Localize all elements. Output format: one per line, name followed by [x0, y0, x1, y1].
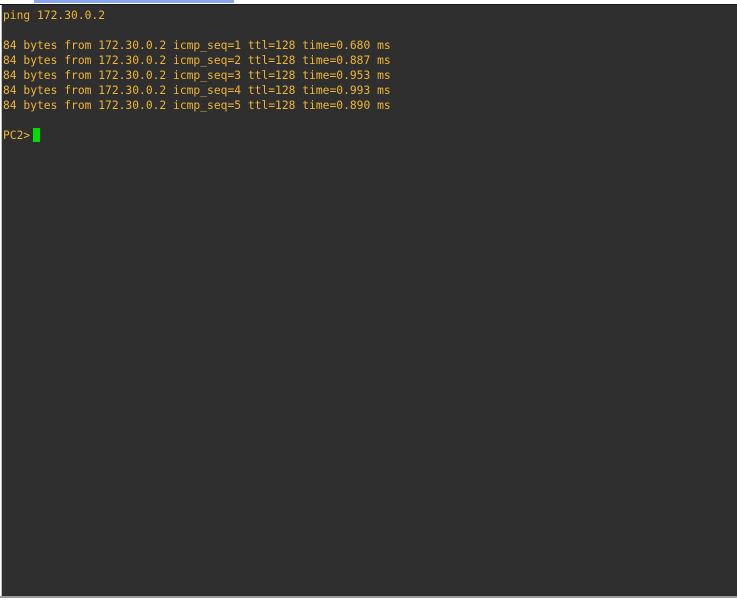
command-line: ping 172.30.0.2 — [3, 9, 106, 22]
ping-reply-line-2: 84 bytes from 172.30.0.2 icmp_seq=2 ttl=… — [3, 54, 391, 67]
ping-reply-line-3: 84 bytes from 172.30.0.2 icmp_seq=3 ttl=… — [3, 69, 391, 82]
active-tab-indicator[interactable] — [34, 0, 234, 3]
prompt-line[interactable]: PC2> — [3, 128, 737, 143]
text-cursor — [33, 128, 41, 142]
ping-reply-line-4: 84 bytes from 172.30.0.2 icmp_seq=4 ttl=… — [3, 84, 391, 97]
shell-prompt: PC2> — [3, 129, 31, 142]
ping-reply-line-5: 84 bytes from 172.30.0.2 icmp_seq=5 ttl=… — [3, 99, 391, 112]
ping-reply-line-1: 84 bytes from 172.30.0.2 icmp_seq=1 ttl=… — [3, 39, 391, 52]
terminal-window: ping 172.30.0.2 84 bytes from 172.30.0.2… — [0, 0, 737, 600]
terminal-console[interactable]: ping 172.30.0.2 84 bytes from 172.30.0.2… — [1, 5, 737, 596]
